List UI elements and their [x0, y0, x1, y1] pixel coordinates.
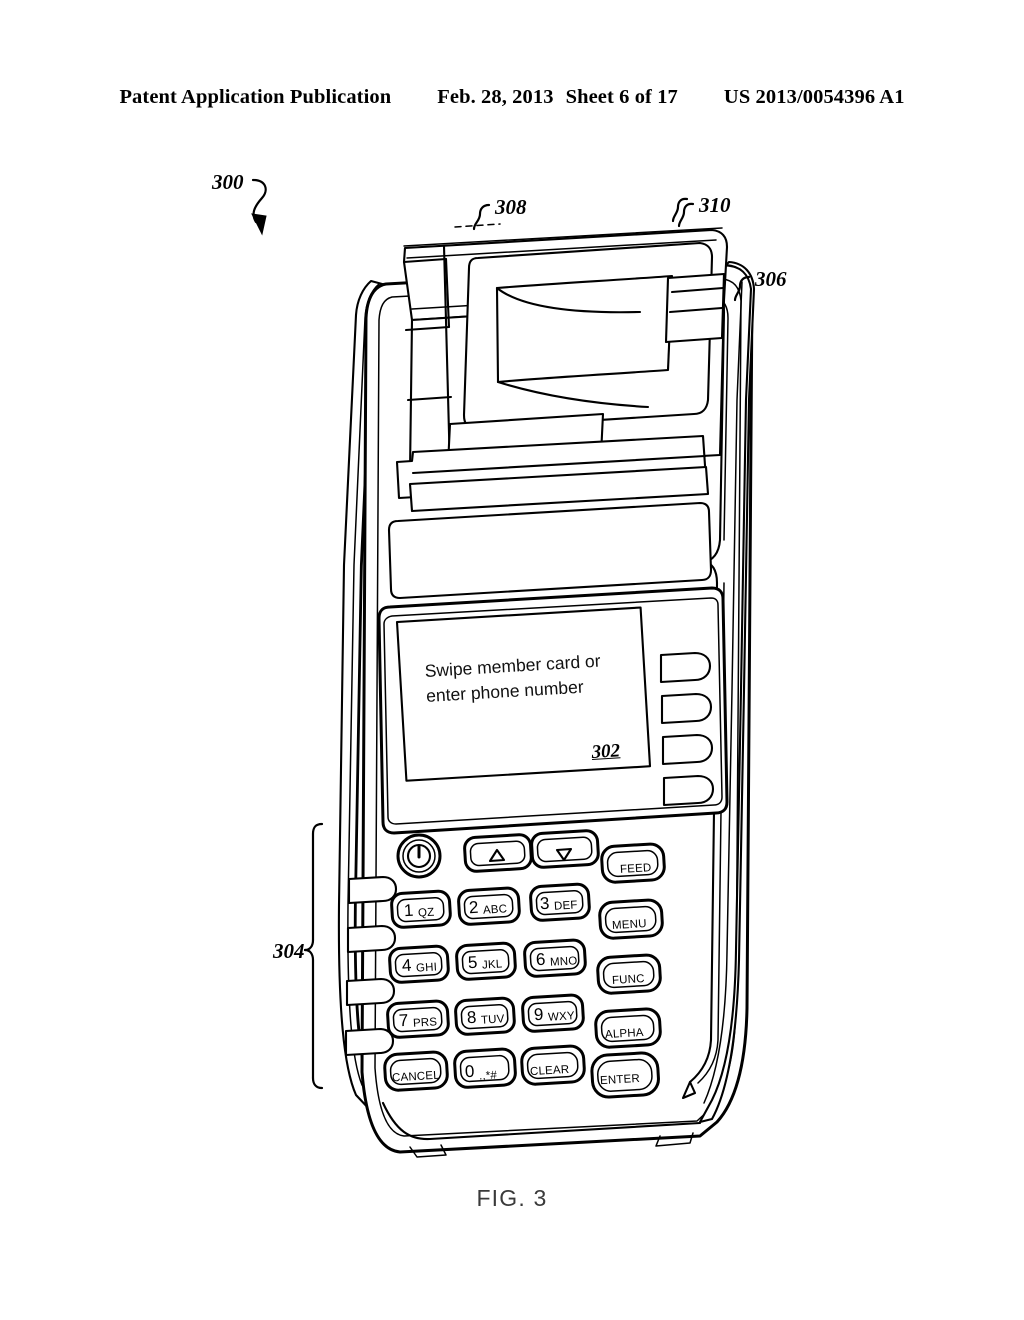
scroll-down-key[interactable] [530, 829, 600, 869]
key-2-digit: 2 [468, 897, 479, 918]
key-6-digit: 6 [535, 949, 546, 970]
feed-key-label: FEED [619, 862, 652, 876]
key-4-letters: GHI [415, 961, 438, 975]
menu-key-label: MENU [611, 917, 647, 933]
key-3-letters: DEF [553, 899, 578, 913]
left-softkey-4 [344, 1027, 395, 1057]
ref-306: 306 [755, 267, 787, 291]
ref-302: 302 [591, 740, 621, 763]
left-softkey-1 [347, 875, 398, 905]
scroll-up-key[interactable] [463, 833, 533, 873]
right-softkey-4 [662, 774, 715, 807]
power-button[interactable] [396, 833, 442, 879]
key-9-digit: 9 [533, 1004, 544, 1025]
ref-304: 304 [273, 939, 305, 963]
clear-key-label: CLEAR [529, 1063, 570, 1079]
key-1-letters: QZ [417, 906, 435, 920]
key-8-letters: TUV [480, 1013, 505, 1027]
key-5-digit: 5 [467, 952, 478, 973]
ref-308: 308 [495, 195, 527, 219]
printer-compartment [402, 228, 729, 474]
enter-key-label: ENTER [599, 1072, 641, 1088]
left-softkey-2 [346, 924, 397, 954]
ref-310: 310 [699, 193, 731, 217]
figure-caption: FIG. 3 [476, 1185, 548, 1211]
key-3-digit: 3 [539, 893, 550, 914]
alpha-key-label: ALPHA [604, 1026, 645, 1042]
key-4-digit: 4 [401, 955, 412, 976]
right-softkey-2 [660, 692, 713, 725]
key-7-digit: 7 [398, 1010, 409, 1031]
key-5-letters: JKL [481, 958, 503, 972]
key-2-letters: ABC [482, 903, 508, 917]
right-softkey-3 [661, 733, 714, 766]
key-0-digit: 0 [464, 1061, 475, 1082]
left-softkey-3 [345, 977, 396, 1007]
key-0-letters: .,*# [478, 1069, 498, 1083]
key-7-letters: PRS [412, 1016, 438, 1030]
right-softkey-1 [659, 651, 712, 684]
key-9-letters: WXY [547, 1010, 576, 1024]
key-8-digit: 8 [466, 1007, 477, 1028]
paper-tear-bar [454, 223, 501, 228]
key-6-letters: MNO [549, 955, 578, 969]
key-1-digit: 1 [403, 900, 414, 921]
func-key-label: FUNC [611, 973, 646, 987]
ref-300: 300 [212, 170, 244, 194]
